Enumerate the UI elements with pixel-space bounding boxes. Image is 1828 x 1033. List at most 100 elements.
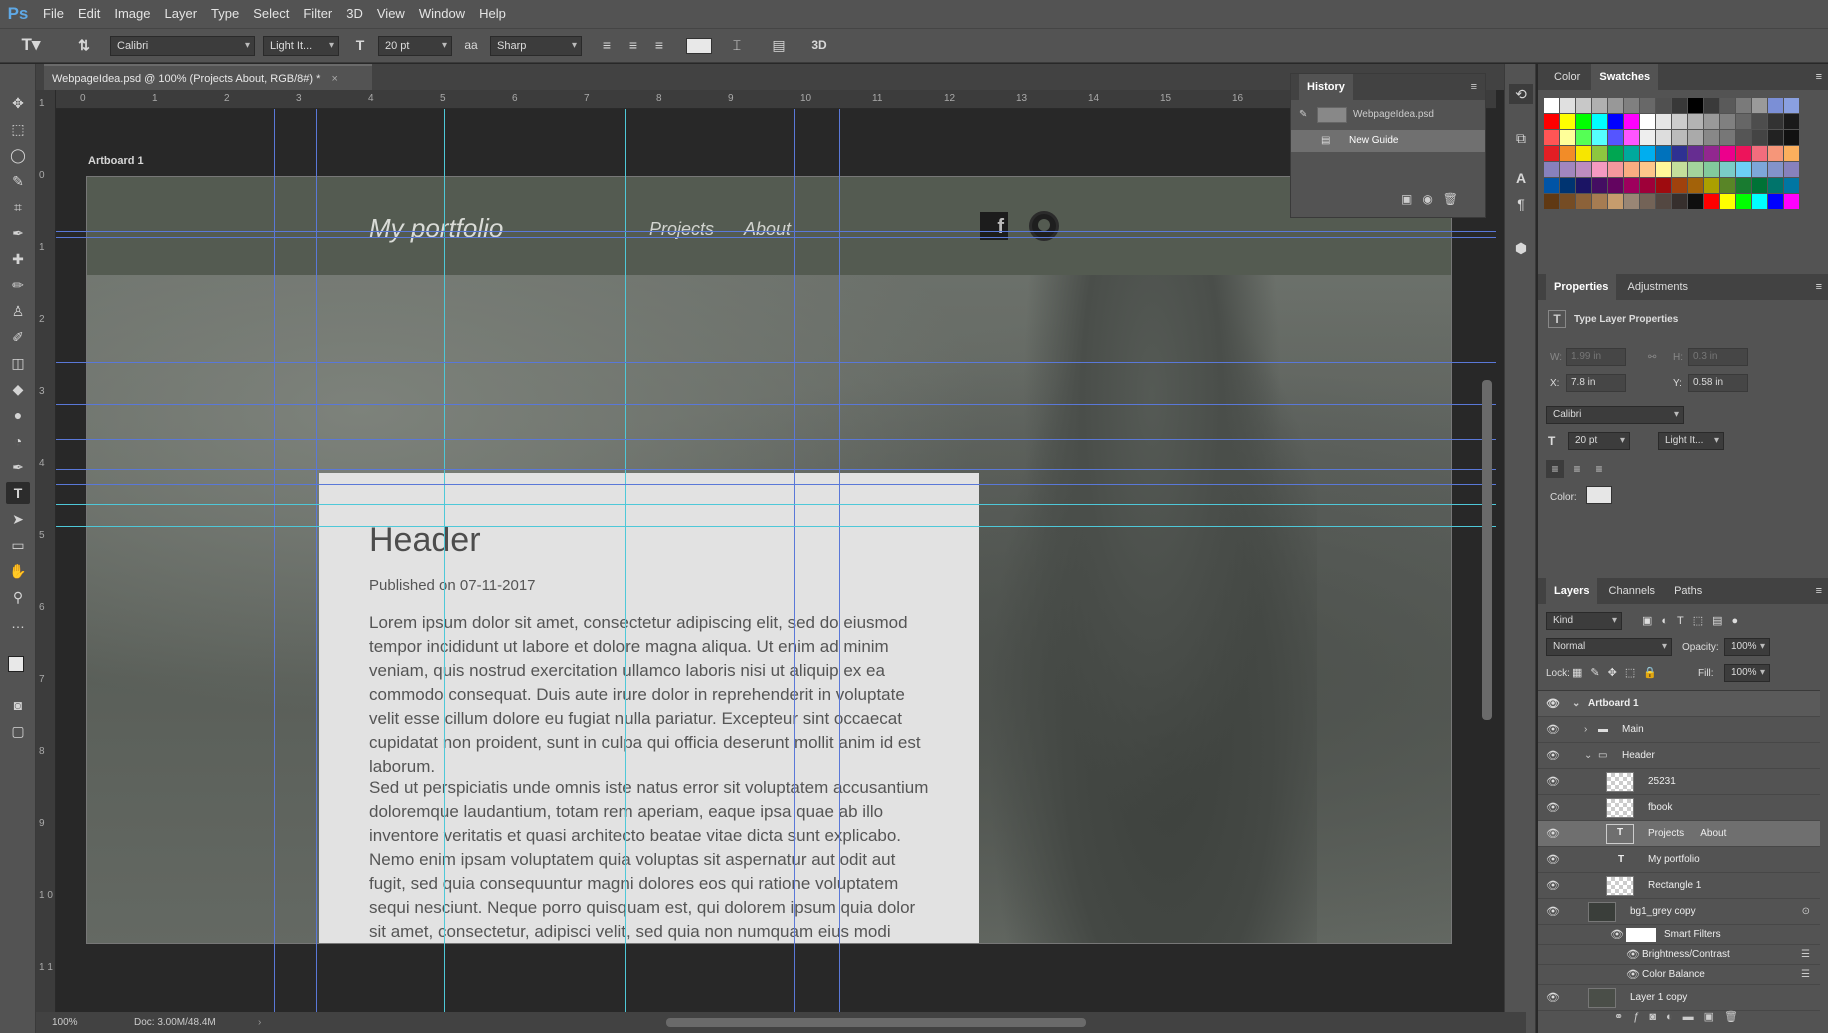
foreground-color-swatch[interactable] (8, 656, 24, 672)
visibility-eye-icon[interactable]: 👁 (1546, 691, 1560, 717)
color-swatch[interactable] (1624, 162, 1639, 177)
color-swatch[interactable] (1736, 162, 1751, 177)
guide-horizontal[interactable] (56, 362, 1496, 363)
path-select-icon[interactable]: ➤ (6, 508, 30, 530)
color-swatch[interactable] (1656, 114, 1671, 129)
color-swatch[interactable] (1672, 146, 1687, 161)
antialias-select[interactable]: Sharp (490, 36, 582, 56)
menu-filter[interactable]: Filter (296, 0, 339, 28)
y-field[interactable]: 0.58 in (1688, 374, 1748, 392)
color-swatch[interactable] (1640, 194, 1655, 209)
color-swatch[interactable] (1656, 194, 1671, 209)
canvas[interactable]: Artboard 1 My portfolio Projects About f… (56, 109, 1496, 1012)
paragraph-icon[interactable]: ¶ (1509, 194, 1533, 214)
color-swatch[interactable] (1544, 130, 1559, 145)
color-swatch[interactable] (1672, 162, 1687, 177)
color-swatch[interactable] (1576, 98, 1591, 113)
visibility-eye-icon[interactable]: 👁 (1546, 873, 1560, 899)
color-swatch[interactable] (1608, 146, 1623, 161)
color-swatch[interactable] (1560, 178, 1575, 193)
warp-text-icon[interactable]: ⌶ (726, 35, 748, 55)
close-tab-icon[interactable]: × (331, 73, 337, 85)
color-swatch[interactable] (1688, 194, 1703, 209)
swatch-grid[interactable] (1538, 90, 1828, 260)
layer-actions[interactable]: ⚭ƒ◙◐▬▣🗑 (1614, 1010, 1814, 1023)
color-swatch[interactable] (1752, 114, 1767, 129)
color-swatch[interactable] (1592, 162, 1607, 177)
layer-row-brightness-contrast[interactable]: 👁 Brightness/Contrast ☰ (1538, 945, 1820, 965)
color-swatch[interactable] (1544, 146, 1559, 161)
menu-file[interactable]: File (36, 0, 71, 28)
layer-row-group-main[interactable]: 👁 › ▬ Main (1538, 717, 1820, 743)
color-swatch[interactable] (1704, 178, 1719, 193)
type-color-swatch[interactable] (1586, 486, 1612, 504)
color-swatch[interactable] (1784, 98, 1799, 113)
color-swatch[interactable] (1784, 194, 1799, 209)
color-swatch[interactable] (1752, 98, 1767, 113)
layer-comps-icon[interactable]: ⧉ (1509, 128, 1533, 148)
dodge-tool-icon[interactable]: ◔ (6, 430, 30, 452)
color-swatch[interactable] (1592, 146, 1607, 161)
stamp-tool-icon[interactable]: ♙ (6, 300, 30, 322)
color-swatch[interactable] (1544, 162, 1559, 177)
layer-row-projects-about-selected[interactable]: 👁 T Projects About (1538, 821, 1820, 847)
color-swatch[interactable] (1736, 178, 1751, 193)
color-swatch[interactable] (1608, 130, 1623, 145)
color-swatch[interactable] (1544, 98, 1559, 113)
color-swatch[interactable] (1672, 130, 1687, 145)
visibility-eye-icon[interactable]: 👁 (1610, 925, 1624, 945)
font-family-select[interactable]: Calibri (110, 36, 255, 56)
tab-layers[interactable]: Layers (1546, 578, 1598, 604)
fill-field[interactable]: 100% (1724, 664, 1770, 682)
layer-row-bg1-grey-copy[interactable]: 👁 bg1_grey copy ⊙ (1538, 899, 1820, 925)
color-swatch[interactable] (1656, 146, 1671, 161)
x-field[interactable]: 7.8 in (1566, 374, 1626, 392)
visibility-eye-icon[interactable]: 👁 (1546, 847, 1560, 873)
color-swatch[interactable] (1720, 194, 1735, 209)
menu-type[interactable]: Type (204, 0, 246, 28)
more-tools-icon[interactable]: … (6, 612, 30, 634)
color-swatch[interactable] (1784, 114, 1799, 129)
color-swatch[interactable] (1608, 98, 1623, 113)
layer-filter-kind[interactable]: Kind (1546, 612, 1622, 630)
height-field[interactable]: 0.3 in (1688, 348, 1748, 366)
color-swatch[interactable] (1736, 130, 1751, 145)
menu-edit[interactable]: Edit (71, 0, 107, 28)
color-swatch[interactable] (1576, 194, 1591, 209)
panel-menu-icon[interactable]: ≡ (1471, 74, 1477, 100)
brush-tool-icon[interactable]: ✏ (6, 274, 30, 296)
menu-image[interactable]: Image (107, 0, 157, 28)
color-swatch[interactable] (1720, 162, 1735, 177)
align-left-icon[interactable]: ≡ (596, 35, 618, 55)
color-swatch[interactable] (1704, 194, 1719, 209)
tab-color[interactable]: Color (1546, 64, 1588, 90)
color-swatch[interactable] (1672, 194, 1687, 209)
guide-vertical[interactable] (444, 109, 445, 1012)
color-swatch[interactable] (1640, 146, 1655, 161)
color-swatch[interactable] (1608, 114, 1623, 129)
visibility-eye-icon[interactable]: 👁 (1546, 821, 1560, 847)
color-swatch[interactable] (1624, 130, 1639, 145)
vertical-scrollbar[interactable] (1482, 380, 1492, 720)
guide-vertical[interactable] (274, 109, 275, 1012)
color-swatch[interactable] (1704, 146, 1719, 161)
color-swatch[interactable] (1688, 130, 1703, 145)
color-swatch[interactable] (1576, 130, 1591, 145)
color-swatch[interactable] (1672, 98, 1687, 113)
type-tool-icon[interactable]: T (6, 482, 30, 504)
color-swatch[interactable] (1576, 178, 1591, 193)
color-swatch[interactable] (1576, 146, 1591, 161)
layer-row-smart-filters[interactable]: 👁 Smart Filters (1538, 925, 1820, 945)
healing-tool-icon[interactable]: ✚ (6, 248, 30, 270)
3d-icon[interactable]: 3D (806, 35, 832, 55)
color-swatch[interactable] (1624, 146, 1639, 161)
tab-history[interactable]: History (1299, 74, 1353, 100)
menu-layer[interactable]: Layer (158, 0, 205, 28)
panel-menu-icon[interactable]: ≡ (1816, 64, 1822, 90)
quick-select-tool-icon[interactable]: ✎ (6, 170, 30, 192)
color-swatch[interactable] (1624, 194, 1639, 209)
color-swatch[interactable] (1752, 146, 1767, 161)
history-panel-icon[interactable]: ⟲ (1509, 84, 1533, 104)
color-swatch[interactable] (1736, 114, 1751, 129)
color-swatch[interactable] (1704, 162, 1719, 177)
